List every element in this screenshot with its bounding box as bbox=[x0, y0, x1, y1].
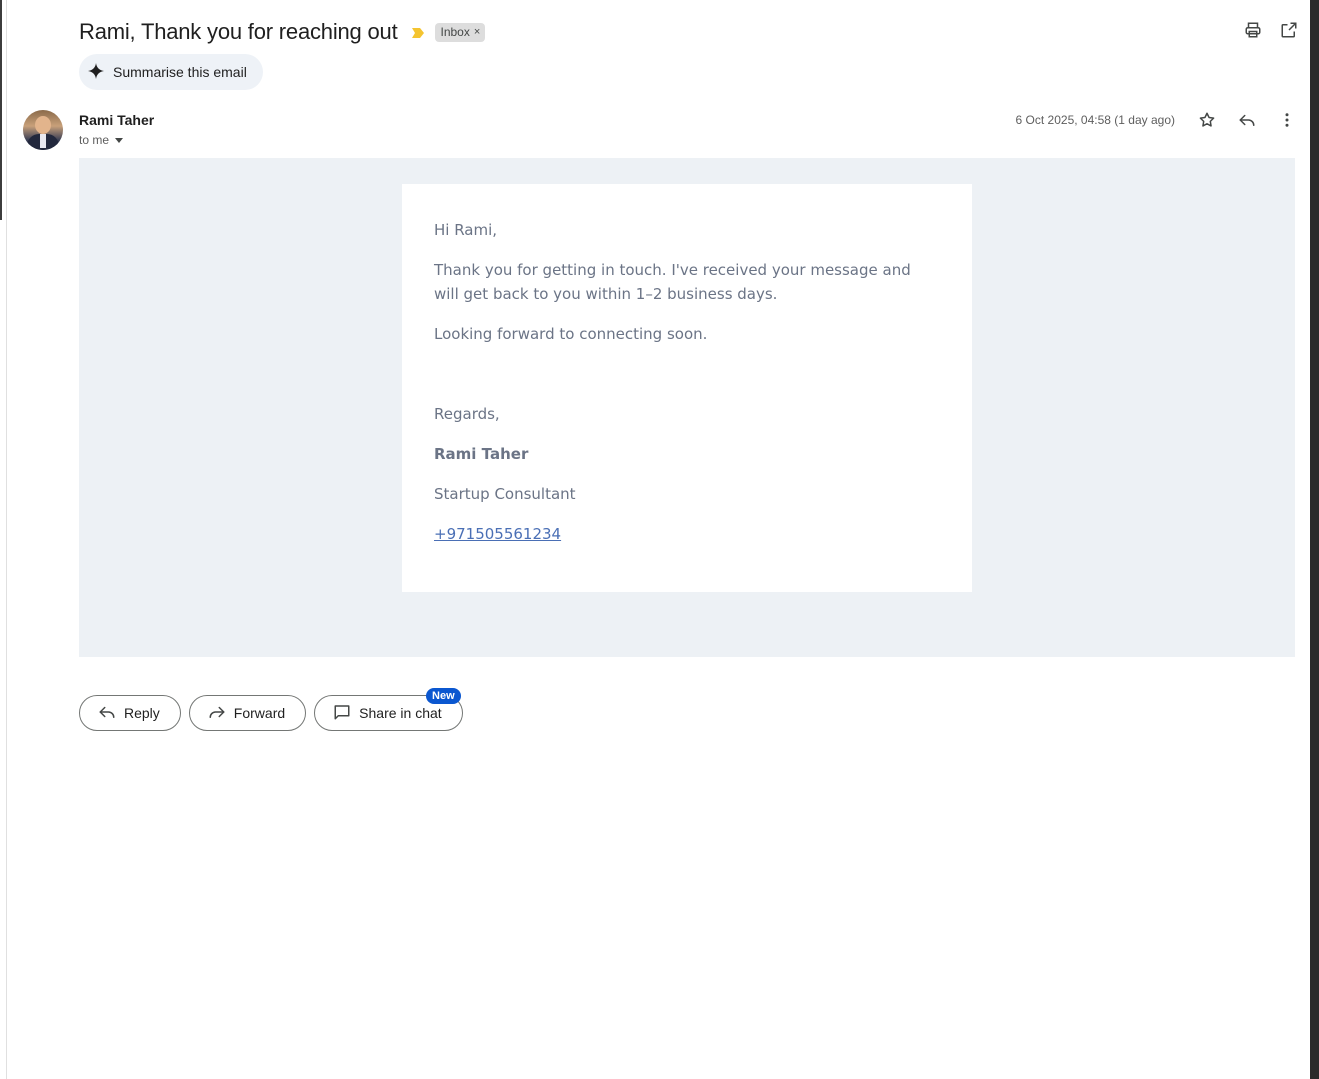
email-body-card: Hi Rami, Thank you for getting in touch.… bbox=[402, 184, 972, 592]
body-paragraph-2: Looking forward to connecting soon. bbox=[434, 325, 708, 343]
reply-button[interactable]: Reply bbox=[79, 695, 181, 731]
thread-toolbar bbox=[1243, 20, 1299, 40]
sender-avatar[interactable] bbox=[23, 110, 63, 150]
star-icon[interactable] bbox=[1197, 110, 1217, 130]
regards: Regards, bbox=[434, 405, 500, 423]
summarise-label: Summarise this email bbox=[113, 64, 247, 80]
sender-name[interactable]: Rami Taher bbox=[79, 112, 154, 128]
print-icon[interactable] bbox=[1243, 20, 1263, 40]
signature-name: Rami Taher bbox=[434, 445, 529, 463]
greeting: Hi Rami, bbox=[434, 221, 498, 239]
remove-label-icon[interactable]: × bbox=[474, 26, 480, 38]
importance-marker-icon[interactable] bbox=[411, 26, 425, 38]
left-window-edge bbox=[0, 0, 7, 1079]
sparkle-icon bbox=[88, 62, 104, 82]
right-window-edge bbox=[1310, 0, 1319, 1079]
subject-row: Rami, Thank you for reaching out Inbox × bbox=[79, 14, 486, 50]
signature-title: Startup Consultant bbox=[434, 485, 576, 503]
body-paragraph-1: Thank you for getting in touch. I've rec… bbox=[434, 261, 911, 303]
inbox-label-chip: Inbox × bbox=[435, 22, 486, 42]
share-label: Share in chat bbox=[359, 705, 442, 721]
recipient-text: to me bbox=[79, 133, 110, 147]
reply-icon[interactable] bbox=[1237, 110, 1257, 130]
email-subject: Rami, Thank you for reaching out bbox=[79, 19, 398, 44]
forward-button[interactable]: Forward bbox=[188, 695, 307, 731]
recipient-details[interactable]: to me bbox=[79, 133, 124, 147]
more-vert-icon[interactable] bbox=[1277, 110, 1297, 130]
forward-icon bbox=[208, 703, 226, 724]
new-badge: New bbox=[426, 688, 461, 704]
inbox-label-text: Inbox bbox=[440, 25, 470, 39]
chat-bubble-icon bbox=[333, 703, 351, 724]
bottom-actions: Reply Forward Share in chat New bbox=[79, 688, 463, 731]
signature-phone-link[interactable]: +971505561234 bbox=[434, 522, 940, 546]
forward-label: Forward bbox=[233, 705, 286, 721]
message-actions bbox=[1197, 110, 1297, 130]
chevron-down-icon[interactable] bbox=[115, 137, 124, 143]
open-in-new-window-icon[interactable] bbox=[1279, 20, 1299, 40]
summarise-email-button[interactable]: Summarise this email bbox=[79, 54, 263, 90]
reply-label: Reply bbox=[124, 705, 160, 721]
share-in-chat-button[interactable]: Share in chat New bbox=[314, 688, 463, 731]
reply-icon bbox=[98, 703, 116, 724]
email-date: 6 Oct 2025, 04:58 (1 day ago) bbox=[1015, 113, 1175, 127]
